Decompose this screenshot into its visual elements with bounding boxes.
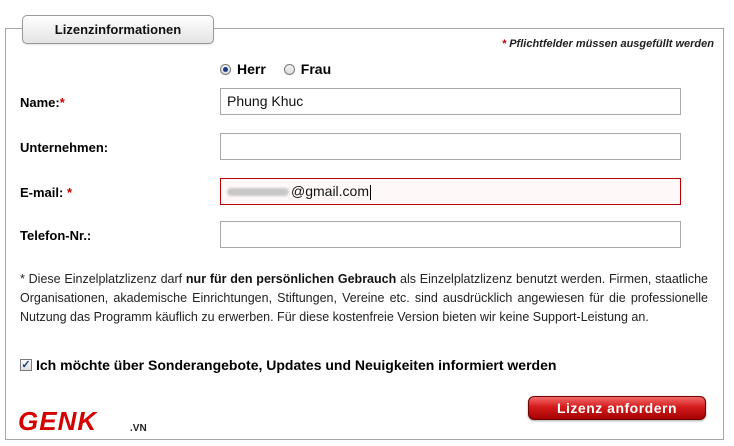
company-label: Unternehmen: [20,140,109,155]
salutation-label-herr: Herr [237,61,266,77]
redacted-email-user [227,188,289,197]
checkbox-checked-icon[interactable]: ✓ [20,359,32,371]
email-label-text: E-mail: [20,185,64,200]
newsletter-label: Ich möchte über Sonderangebote, Updates … [36,357,557,373]
required-note-text: Pflichtfelder müssen ausgefüllt werden [509,38,714,50]
name-label-text: Name: [20,95,60,110]
genk-logo: GENK .VN [18,406,147,436]
email-visible-value: @gmail.com [291,183,370,199]
salutation-option-herr[interactable]: Herr [220,61,266,77]
required-fields-note: * Pflichtfelder müssen ausgefüllt werden [502,38,714,50]
logo-text: GENK [18,406,98,436]
license-notice: * Diese Einzelplatzlizenz darf nur für d… [20,270,708,327]
name-label: Name:* [20,95,65,110]
salutation-option-frau[interactable]: Frau [283,61,332,77]
required-asterisk: * [501,38,507,50]
email-required-mark: * [66,185,73,200]
section-tab-license-info[interactable]: Lizenzinformationen [22,15,214,44]
notice-prefix: * Diese Einzelplatzlizenz darf [20,272,186,286]
name-input[interactable]: Phung Khuc [220,88,681,115]
radio-checked-icon[interactable] [220,63,231,75]
radio-unchecked-icon[interactable] [283,63,295,75]
phone-input[interactable] [220,221,681,248]
logo-suffix: .VN [130,423,147,434]
name-required-mark: * [59,95,65,110]
email-label: E-mail: * [20,185,72,200]
notice-emphasis: nur für den persönlichen Gebrauch [185,272,397,286]
salutation-radio-group: Herr Frau [220,60,349,78]
newsletter-option[interactable]: ✓ Ich möchte über Sonderangebote, Update… [20,357,556,373]
salutation-label-frau: Frau [300,61,332,77]
phone-label: Telefon-Nr.: [20,228,92,243]
email-input[interactable]: @gmail.com [220,178,681,205]
request-license-button[interactable]: Lizenz anfordern [528,396,706,420]
company-input[interactable] [220,133,681,160]
text-caret [370,184,372,200]
